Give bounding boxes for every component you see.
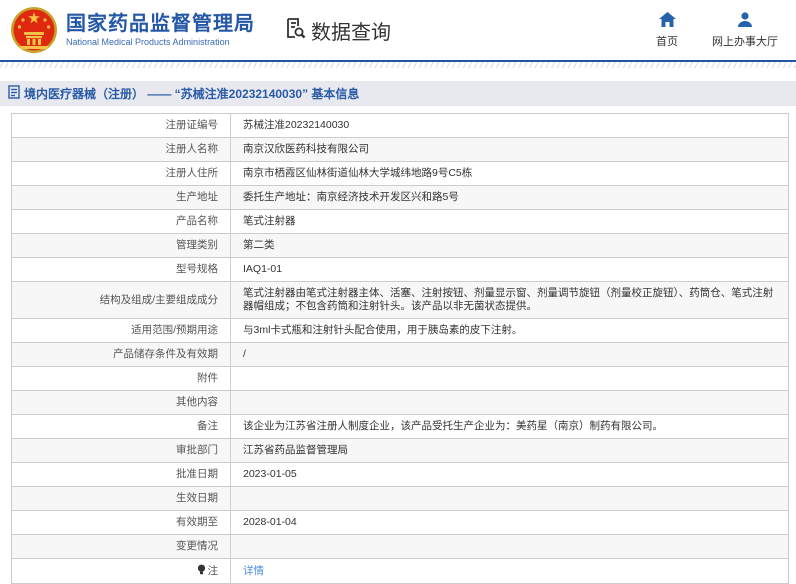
field-value: 笔式注射器由笔式注射器主体、活塞、注射按钮、剂量显示窗、剂量调节旋钮（剂量校正旋… (230, 281, 789, 319)
field-label: 管理类别 (11, 233, 231, 258)
field-value: 笔式注射器 (230, 209, 789, 234)
nav-online-service-hall[interactable]: 网上办事大厅 (712, 11, 778, 49)
agency-title: 国家药品监督管理局 (66, 13, 255, 35)
document-icon (8, 85, 20, 102)
table-row: 批准日期 2023-01-05 (11, 462, 789, 487)
field-label: 生效日期 (11, 486, 231, 511)
table-row: 审批部门 江苏省药品监督管理局 (11, 438, 789, 463)
field-label: 注 (11, 558, 231, 584)
field-value: IAQ1-01 (230, 257, 789, 282)
field-value (230, 366, 789, 391)
header: 国家药品监督管理局 National Medical Products Admi… (0, 0, 796, 62)
field-label: 产品名称 (11, 209, 231, 234)
field-label: 注册人住所 (11, 161, 231, 186)
page-title: 境内医疗器械（注册） —— “苏械注准20232140030” 基本信息 (24, 87, 360, 101)
field-label: 变更情况 (11, 534, 231, 559)
field-value (230, 486, 789, 511)
header-nav: 首页 网上办事大厅 (656, 11, 778, 49)
field-label: 注册证编号 (11, 113, 231, 138)
field-label: 生产地址 (11, 185, 231, 210)
field-value: 2023-01-05 (230, 462, 789, 487)
breadcrumb-bar: 境内医疗器械（注册） —— “苏械注准20232140030” 基本信息 (0, 81, 796, 106)
nav-home-label: 首页 (656, 35, 678, 48)
detail-link[interactable]: 详情 (243, 565, 264, 577)
agency-title-block: 国家药品监督管理局 National Medical Products Admi… (66, 12, 255, 48)
field-value: 南京市栖霞区仙林街道仙林大学城纬地路9号C5栋 (230, 161, 789, 186)
field-value: 详情 (230, 558, 789, 584)
table-row: 结构及组成/主要组成成分 笔式注射器由笔式注射器主体、活塞、注射按钮、剂量显示窗、… (11, 281, 789, 319)
field-label: 有效期至 (11, 510, 231, 535)
field-value: 苏械注准20232140030 (230, 113, 789, 138)
field-label: 批准日期 (11, 462, 231, 487)
field-label: 适用范围/预期用途 (11, 318, 231, 343)
table-row: 注册人名称 南京汉欣医药科技有限公司 (11, 137, 789, 162)
field-value: 与3ml卡式瓶和注射针头配合使用，用于胰岛素的皮下注射。 (230, 318, 789, 343)
bulb-icon (197, 564, 208, 577)
divider-hatch-band (0, 62, 796, 68)
table-row: 注册证编号 苏械注准20232140030 (11, 113, 789, 138)
field-value: 该企业为江苏省注册人制度企业，该产品受托生产企业为：美药星（南京）制药有限公司。 (230, 414, 789, 439)
field-value: 2028-01-04 (230, 510, 789, 535)
document-search-icon (283, 16, 307, 45)
field-label: 审批部门 (11, 438, 231, 463)
nav-home[interactable]: 首页 (656, 11, 678, 49)
table-row: 附件 (11, 366, 789, 391)
field-value: 南京汉欣医药科技有限公司 (230, 137, 789, 162)
field-value (230, 534, 789, 559)
table-row: 有效期至 2028-01-04 (11, 510, 789, 535)
registration-detail-table: 注册证编号 苏械注准20232140030 注册人名称 南京汉欣医药科技有限公司 注册人… (11, 113, 789, 584)
field-label: 产品储存条件及有效期 (11, 342, 231, 367)
table-row: 管理类别 第二类 (11, 233, 789, 258)
user-icon (737, 11, 753, 30)
field-value (230, 390, 789, 415)
table-row: 产品储存条件及有效期 / (11, 342, 789, 367)
table-row: 产品名称 笔式注射器 (11, 209, 789, 234)
field-value: / (230, 342, 789, 367)
field-label: 其他内容 (11, 390, 231, 415)
agency-subtitle: National Medical Products Administration (66, 37, 230, 47)
table-row: 生效日期 (11, 486, 789, 511)
national-emblem-logo (10, 6, 58, 54)
table-row: 注详情 (11, 558, 789, 584)
table-row: 生产地址 委托生产地址：南京经济技术开发区兴和路5号 (11, 185, 789, 210)
field-value: 第二类 (230, 233, 789, 258)
nav-hall-label: 网上办事大厅 (712, 35, 778, 48)
field-value: 委托生产地址：南京经济技术开发区兴和路5号 (230, 185, 789, 210)
field-label: 附件 (11, 366, 231, 391)
field-label: 注册人名称 (11, 137, 231, 162)
table-row: 其他内容 (11, 390, 789, 415)
data-query-label: 数据查询 (311, 21, 391, 44)
table-row: 型号规格 IAQ1-01 (11, 257, 789, 282)
field-label: 结构及组成/主要组成成分 (11, 281, 231, 319)
content-area: 注册证编号 苏械注准20232140030 注册人名称 南京汉欣医药科技有限公司 注册人… (0, 106, 796, 584)
data-query-heading: 数据查询 (283, 16, 391, 45)
table-row: 适用范围/预期用途 与3ml卡式瓶和注射针头配合使用，用于胰岛素的皮下注射。 (11, 318, 789, 343)
table-row: 变更情况 (11, 534, 789, 559)
home-icon (658, 11, 676, 30)
table-row: 备注 该企业为江苏省注册人制度企业，该产品受托生产企业为：美药星（南京）制药有限公… (11, 414, 789, 439)
table-row: 注册人住所 南京市栖霞区仙林街道仙林大学城纬地路9号C5栋 (11, 161, 789, 186)
field-label: 备注 (11, 414, 231, 439)
field-value: 江苏省药品监督管理局 (230, 438, 789, 463)
field-label: 型号规格 (11, 257, 231, 282)
